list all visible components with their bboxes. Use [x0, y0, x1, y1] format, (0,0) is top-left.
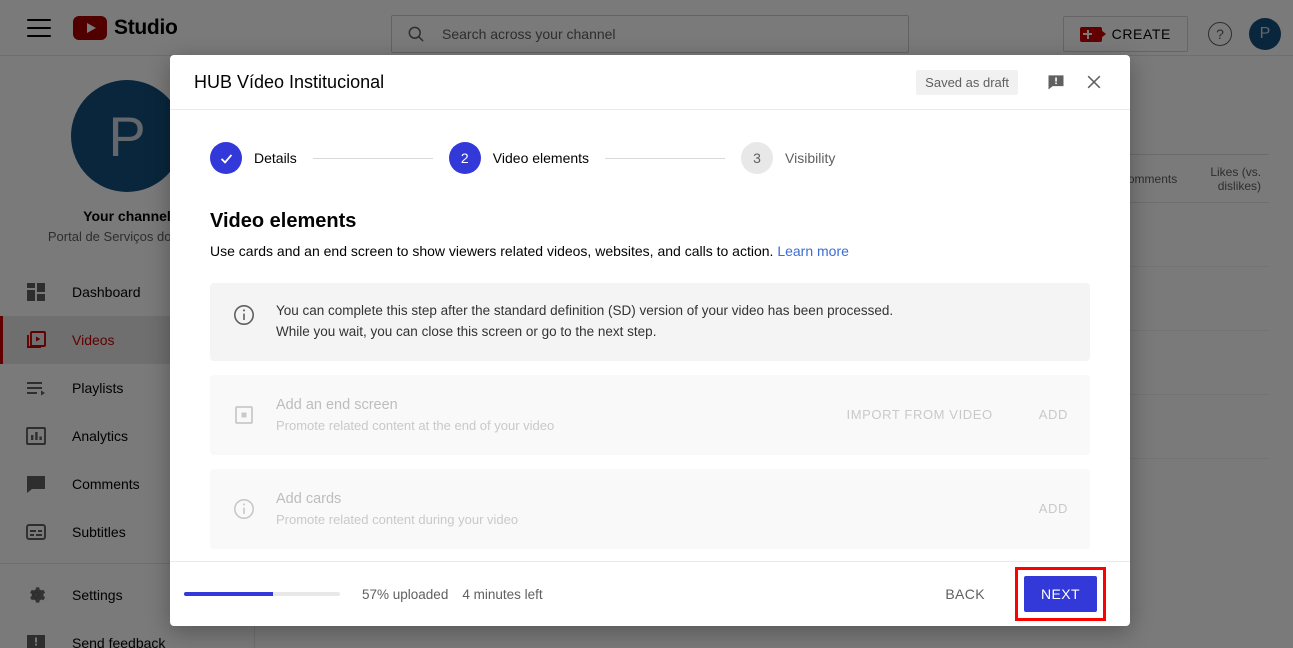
step-number-2: 2: [449, 142, 481, 174]
upload-stepper: Details 2 Video elements 3 Visibility: [210, 110, 1090, 174]
step-label-video-elements: Video elements: [493, 150, 589, 166]
end-screen-subtitle: Promote related content at the end of yo…: [276, 418, 801, 433]
section-title: Video elements: [210, 210, 1090, 233]
end-screen-row: Add an end screen Promote related conten…: [210, 375, 1090, 455]
dialog-body: Details 2 Video elements 3 Visibility Vi…: [170, 110, 1130, 561]
status-badge: Saved as draft: [916, 70, 1018, 95]
end-screen-texts: Add an end screen Promote related conten…: [276, 397, 801, 433]
info-banner-line-1: You can complete this step after the sta…: [276, 301, 893, 322]
step-label-details: Details: [254, 150, 297, 166]
end-screen-icon: [232, 403, 256, 427]
progress-bar-fill: [184, 592, 273, 596]
check-icon: [210, 142, 242, 174]
add-end-screen-button[interactable]: ADD: [1039, 407, 1068, 422]
step-label-visibility: Visibility: [785, 150, 835, 166]
info-banner-line-2: While you wait, you can close this scree…: [276, 322, 893, 343]
step-connector: [313, 158, 433, 159]
add-cards-button[interactable]: ADD: [1039, 501, 1068, 516]
info-circle-icon: [232, 497, 256, 521]
import-from-video-button[interactable]: IMPORT FROM VIDEO: [847, 407, 993, 422]
add-cards-subtitle: Promote related content during your vide…: [276, 512, 993, 527]
step-visibility[interactable]: 3 Visibility: [741, 142, 835, 174]
video-upload-dialog: HUB Vídeo Institucional Saved as draft: [170, 55, 1130, 626]
section-description-text: Use cards and an end screen to show view…: [210, 243, 773, 259]
back-button[interactable]: BACK: [931, 577, 999, 611]
info-banner-text: You can complete this step after the sta…: [276, 301, 893, 343]
progress-percent-label: 57% uploaded: [362, 587, 448, 602]
step-connector: [605, 158, 725, 159]
dialog-title: HUB Vídeo Institucional: [194, 72, 916, 93]
step-video-elements[interactable]: 2 Video elements: [449, 142, 589, 174]
close-icon[interactable]: [1078, 66, 1110, 98]
next-button-highlight: NEXT: [1015, 567, 1106, 621]
time-left-label: 4 minutes left: [462, 587, 542, 602]
step-details[interactable]: Details: [210, 142, 297, 174]
add-cards-texts: Add cards Promote related content during…: [276, 491, 993, 527]
processing-info-banner: You can complete this step after the sta…: [210, 283, 1090, 361]
learn-more-link[interactable]: Learn more: [777, 243, 849, 259]
step-number-3: 3: [741, 142, 773, 174]
dialog-footer: 57% uploaded 4 minutes left BACK NEXT: [170, 561, 1130, 626]
progress-bar: [184, 592, 340, 596]
add-cards-title: Add cards: [276, 491, 993, 507]
app-root: Studio Search across your channel CREATE…: [0, 0, 1293, 648]
end-screen-title: Add an end screen: [276, 397, 801, 413]
next-button[interactable]: NEXT: [1024, 576, 1097, 612]
add-cards-row: Add cards Promote related content during…: [210, 469, 1090, 549]
feedback-icon[interactable]: [1040, 66, 1072, 98]
dialog-header: HUB Vídeo Institucional Saved as draft: [170, 55, 1130, 110]
section-description: Use cards and an end screen to show view…: [210, 243, 1090, 259]
upload-progress: 57% uploaded 4 minutes left: [184, 587, 931, 602]
info-icon: [232, 303, 256, 327]
